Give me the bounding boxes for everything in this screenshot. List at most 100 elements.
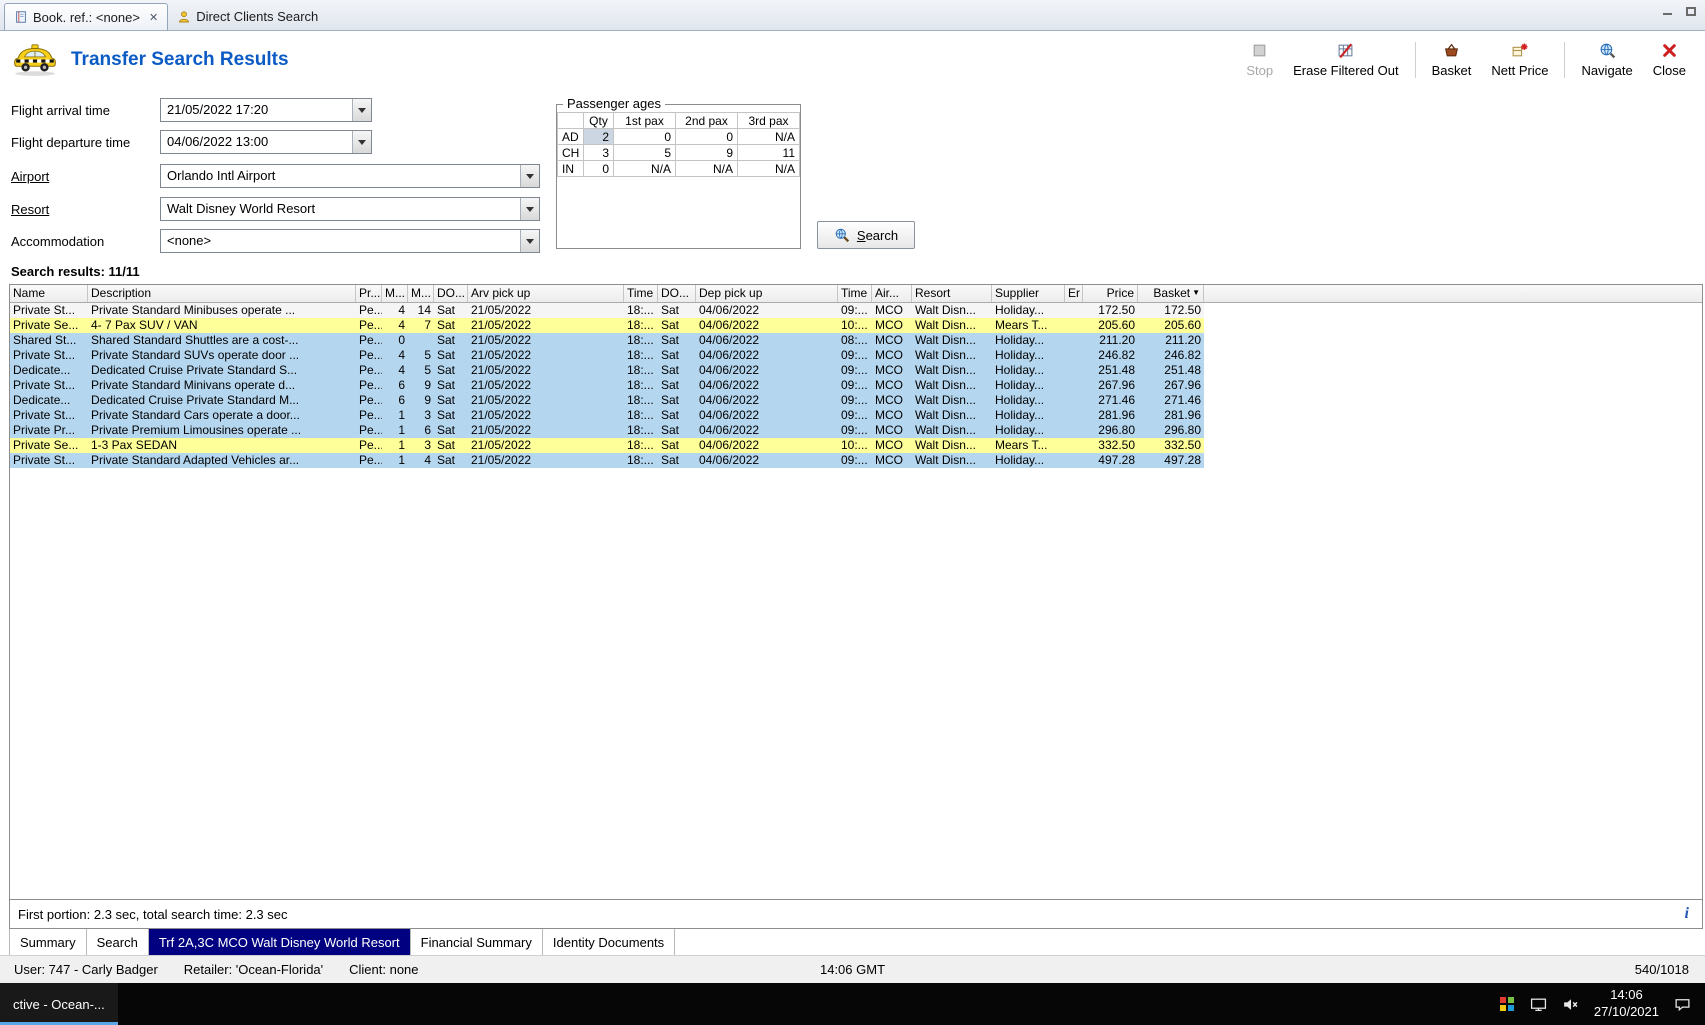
cell-dep-dow: Sat: [661, 423, 680, 437]
erase-filtered-out-button[interactable]: Erase Filtered Out: [1284, 39, 1408, 81]
cell-arv-dow: Sat: [437, 348, 456, 362]
navigate-button[interactable]: Navigate: [1572, 39, 1641, 81]
document-tab-direct-clients-search[interactable]: Direct Clients Search: [168, 3, 327, 30]
column-header-min-pax[interactable]: M...: [382, 285, 408, 302]
bottom-tab-trf-2a-3c-mco-walt-disney-world-resort[interactable]: Trf 2A,3C MCO Walt Disney World Resort: [148, 929, 411, 955]
column-header-basket[interactable]: Basket ▼: [1138, 285, 1204, 302]
cell-airport: MCO: [875, 408, 903, 422]
result-row[interactable]: Private St... Private Standard Minibuses …: [10, 303, 1204, 318]
document-tab-book-ref-none[interactable]: Book. ref.: <none> ✕: [4, 3, 169, 30]
cell-dep-time: 10:...: [841, 318, 868, 332]
chevron-down-icon[interactable]: [520, 198, 539, 220]
result-row[interactable]: Dedicate... Dedicated Cruise Private Stan…: [10, 393, 1204, 408]
pax-cell[interactable]: N/A: [613, 160, 676, 177]
basket-button[interactable]: Basket: [1423, 39, 1481, 81]
bottom-tab-summary[interactable]: Summary: [9, 929, 87, 955]
field-label-airport[interactable]: Airport: [11, 169, 160, 184]
pax-cell[interactable]: 0: [583, 160, 614, 177]
cell-arv-pick-up: 21/05/2022: [471, 348, 532, 362]
column-header-arv-dow[interactable]: DO...: [434, 285, 468, 302]
monitor-tray-icon[interactable]: [1530, 996, 1547, 1013]
result-row[interactable]: Private Pr... Private Premium Limousines …: [10, 423, 1204, 438]
field-label-resort[interactable]: Resort: [11, 202, 160, 217]
result-row[interactable]: Private St... Private Standard Minivans o…: [10, 378, 1204, 393]
cell-arv-pick-up: 21/05/2022: [471, 378, 532, 392]
taskbar-clock[interactable]: 14:06 27/10/2021: [1594, 987, 1659, 1021]
result-row[interactable]: Dedicate... Dedicated Cruise Private Stan…: [10, 363, 1204, 378]
column-header-arv-pick-up[interactable]: Arv pick up: [468, 285, 624, 302]
tab-close-icon[interactable]: ✕: [149, 11, 158, 24]
result-row[interactable]: Shared St... Shared Standard Shuttles are…: [10, 333, 1204, 348]
window-maximize-button[interactable]: [1685, 5, 1697, 17]
erase-filtered-icon: [1337, 42, 1354, 60]
combobox-value: <none>: [167, 233, 212, 248]
column-header-price-type[interactable]: Pr...: [356, 285, 382, 302]
cell-arv-dow: Sat: [437, 303, 456, 317]
result-row[interactable]: Private St... Private Standard Cars opera…: [10, 408, 1204, 423]
column-header-description[interactable]: Description: [88, 285, 356, 302]
column-header-price[interactable]: Price: [1083, 285, 1138, 302]
cell-max-pax: 9: [424, 393, 431, 407]
pax-cell[interactable]: N/A: [737, 160, 800, 177]
column-header-arv-time[interactable]: Time: [624, 285, 658, 302]
window-minimize-button[interactable]: [1661, 5, 1673, 17]
cell-arv-dow: Sat: [437, 453, 456, 467]
cell-airport: MCO: [875, 333, 903, 347]
bottom-tab-search[interactable]: Search: [87, 929, 149, 955]
resort-combobox[interactable]: Walt Disney World Resort: [160, 197, 540, 221]
person-icon: [177, 10, 191, 24]
flight-departure-time-combobox[interactable]: 04/06/2022 13:00: [160, 130, 372, 154]
column-header-airport[interactable]: Air...: [872, 285, 912, 302]
column-header-er[interactable]: Er: [1065, 285, 1083, 302]
cell-price: 246.82: [1098, 348, 1135, 362]
cell-name: Private St...: [13, 408, 76, 422]
pax-cell[interactable]: 0: [675, 128, 738, 145]
column-header-resort[interactable]: Resort: [912, 285, 992, 302]
column-header-max-pax[interactable]: M...: [408, 285, 434, 302]
cell-max-pax: 3: [424, 408, 431, 422]
column-header-label: DO...: [661, 286, 690, 300]
cell-supplier: Mears T...: [995, 318, 1048, 332]
pax-cell[interactable]: N/A: [737, 128, 800, 145]
chevron-down-icon[interactable]: [520, 230, 539, 252]
search-button[interactable]: Search: [817, 221, 915, 249]
column-header-name[interactable]: Name: [10, 285, 88, 302]
chevron-down-icon[interactable]: [352, 99, 371, 121]
result-row[interactable]: Private St... Private Standard Adapted Ve…: [10, 453, 1204, 468]
form-field-flight-departure-time: Flight departure time 04/06/2022 13:00: [11, 130, 372, 154]
result-row[interactable]: Private Se... 1-3 Pax SEDAN Pe... 1 3 Sat 21/0…: [10, 438, 1204, 453]
info-icon[interactable]: i: [1685, 905, 1689, 923]
pax-cell[interactable]: 5: [613, 144, 676, 161]
toolbar-button-label: Basket: [1431, 62, 1472, 78]
volume-muted-tray-icon[interactable]: [1562, 996, 1579, 1013]
document-tabbar: Book. ref.: <none> ✕ Direct Clients Search: [0, 0, 1705, 31]
pax-cell[interactable]: 2: [583, 128, 614, 145]
accommodation-combobox[interactable]: <none>: [160, 229, 540, 253]
pax-cell[interactable]: 3: [583, 144, 614, 161]
chevron-down-icon[interactable]: [352, 131, 371, 153]
column-header-supplier[interactable]: Supplier: [992, 285, 1065, 302]
colored-grid-tray-icon[interactable]: [1499, 996, 1515, 1012]
chevron-down-icon[interactable]: [520, 165, 539, 187]
flight-arrival-time-combobox[interactable]: 21/05/2022 17:20: [160, 98, 372, 122]
combobox-value: Orlando Intl Airport: [167, 168, 276, 183]
pax-cell[interactable]: N/A: [675, 160, 738, 177]
pax-cell[interactable]: 11: [737, 144, 800, 161]
column-header-dep-dow[interactable]: DO...: [658, 285, 696, 302]
bottom-tab-identity-documents[interactable]: Identity Documents: [543, 929, 676, 955]
notification-bubble-icon[interactable]: [1674, 996, 1691, 1013]
column-header-dep-pick-up[interactable]: Dep pick up: [696, 285, 838, 302]
result-row[interactable]: Private St... Private Standard SUVs opera…: [10, 348, 1204, 363]
column-header-dep-time[interactable]: Time: [838, 285, 872, 302]
pax-cell[interactable]: 0: [613, 128, 676, 145]
close-button[interactable]: Close: [1644, 39, 1695, 81]
result-row[interactable]: Private Se... 4- 7 Pax SUV / VAN Pe... 4 7 Sa…: [10, 318, 1204, 333]
airport-combobox[interactable]: Orlando Intl Airport: [160, 164, 540, 188]
cell-airport: MCO: [875, 363, 903, 377]
cell-min-pax: 4: [398, 363, 405, 377]
pax-cell[interactable]: 9: [675, 144, 738, 161]
bottom-tab-financial-summary[interactable]: Financial Summary: [411, 929, 543, 955]
taskbar-app-button[interactable]: ctive - Ocean-...: [0, 983, 118, 1025]
nett-price-button[interactable]: Nett Price: [1482, 39, 1557, 81]
cell-description: Private Standard Adapted Vehicles ar...: [91, 453, 300, 467]
